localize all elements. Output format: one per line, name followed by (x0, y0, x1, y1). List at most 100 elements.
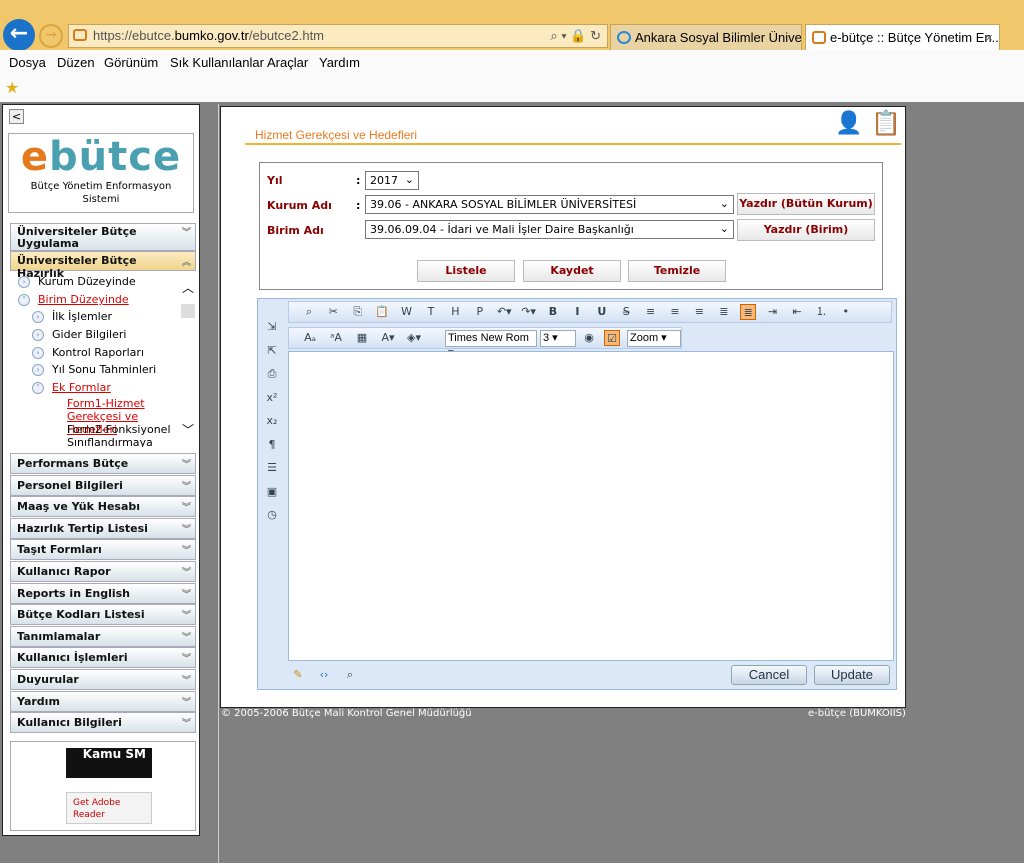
section-10[interactable]: Duyurular ︾ (10, 669, 196, 690)
size-select[interactable]: 3 ▾ (540, 330, 576, 347)
menu-help[interactable]: Yardım (319, 55, 360, 70)
strike-icon[interactable]: S̶ (618, 304, 634, 320)
underline-icon[interactable]: U (594, 304, 610, 320)
preview-magnifier-icon[interactable]: ⌕ (342, 667, 358, 683)
section-5[interactable]: Kullanıcı Rapor Hazırlama︾ (10, 561, 196, 594)
section-6[interactable]: Reports in English ︾ (10, 582, 196, 604)
font-color-icon[interactable]: A▾ (377, 330, 399, 346)
design-mode-pencil-icon[interactable]: ✎ (290, 667, 306, 683)
favorites-star-icon[interactable]: ★ (5, 78, 19, 97)
date-icon[interactable]: ▣ (264, 484, 280, 500)
justify-icon[interactable]: ≣ (716, 304, 732, 320)
outdent-icon[interactable]: ⇤ (789, 304, 805, 320)
section-4[interactable]: Taşıt Formları ︾ (10, 539, 196, 561)
section-universiteler-butce-uygulama[interactable]: Üniversiteler Bütçe Uygulama ︾ (10, 223, 196, 251)
insert-icon[interactable]: ⇲ (264, 319, 280, 335)
cut-icon[interactable]: ✂ (325, 304, 341, 320)
address-bar[interactable]: https://ebutce.bumko.gov.tr/ebutce2.htm ⌕… (68, 24, 608, 48)
tree-item-kontrol[interactable]: › Kontrol Raporları (32, 346, 144, 359)
align-left-icon[interactable]: ≡ (643, 304, 659, 320)
tree-item-form2[interactable]: Form2-Fonksiyonel Sınıflandırmaya Göre (67, 423, 179, 447)
help-user-icon[interactable]: 👤 (835, 111, 862, 136)
tab-ankara[interactable]: Ankara Sosyal Bilimler Üniversi... (610, 24, 802, 51)
tree-item-kurum[interactable]: › Kurum Düzeyinde (18, 275, 136, 288)
time-icon[interactable]: ◷ (264, 507, 280, 523)
section-3[interactable]: Hazırlık Tertip Listesi ︾ (10, 517, 196, 539)
tab-ebutce[interactable]: e-bütçe :: Bütçe Yönetim En... × (805, 24, 1000, 51)
align-center-icon[interactable]: ≡ (667, 304, 683, 320)
italic-icon[interactable]: I (569, 304, 585, 320)
list-icon[interactable]: ☰ (264, 460, 280, 476)
back-button[interactable]: ← (3, 19, 35, 51)
menu-file[interactable]: Dosya (9, 55, 46, 70)
kamusm-logo[interactable]: Kamu SM (66, 748, 152, 778)
list-button[interactable]: Listele (417, 260, 515, 282)
close-tab-icon[interactable]: × (985, 25, 993, 50)
tree-item-yil-sonu[interactable]: › Yıl Sonu Tahminleri (32, 363, 156, 376)
chevron-down-icon: ︾ (181, 611, 191, 622)
adobe-reader-logo[interactable]: Get Adobe Reader (66, 792, 152, 824)
address-tools[interactable]: ⌕ ▾ 🔒 ↻ (550, 25, 601, 47)
tree-scrollbar[interactable]: ︿ ﹀ (180, 271, 196, 447)
tree-item-birim[interactable]: ˅ Birim Düzeyinde (18, 293, 129, 306)
redo-icon[interactable]: ↷▾ (521, 304, 537, 320)
print-icon[interactable]: ⎙ (264, 366, 280, 382)
cancel-button[interactable]: Cancel (731, 665, 807, 685)
tree-item-ek-formlar[interactable]: ˅ Ek Formlar (32, 381, 111, 394)
undo-icon[interactable]: ↶▾ (496, 304, 512, 320)
align-right-icon[interactable]: ≡ (691, 304, 707, 320)
clipboard-icon[interactable]: 📋 (871, 109, 901, 137)
tree-item-ilk-islemler[interactable]: › İlk İşlemler (32, 310, 112, 323)
section-2[interactable]: Maaş ve Yük Hesabı ︾ (10, 496, 196, 518)
tree-item-gider[interactable]: › Gider Bilgileri (32, 328, 126, 341)
print-unit-button[interactable]: Yazdır (Birim) (737, 219, 875, 241)
subscript-icon[interactable]: x₂ (264, 413, 280, 429)
section-universiteler-butce-hazirlik[interactable]: Üniversiteler Bütçe Hazırlık ︽ (10, 251, 196, 280)
copy-icon[interactable]: ⎘ (350, 304, 366, 320)
save-button[interactable]: Kaydet (523, 260, 621, 282)
paragraph-icon[interactable]: ¶ (264, 437, 280, 453)
clear-button[interactable]: Temizle (628, 260, 726, 282)
section-1[interactable]: Personel Bilgileri ︾ (10, 474, 196, 496)
print-all-button[interactable]: Yazdır (Bütün Kurum) (737, 193, 875, 215)
font-select[interactable]: Times New Rom ▾ (445, 330, 537, 359)
bullet-list-icon[interactable]: • (838, 304, 854, 320)
highlight-icon[interactable]: ◈▾ (403, 330, 425, 346)
paste-text-icon[interactable]: T (423, 304, 439, 320)
paste-word-icon[interactable]: W (399, 304, 415, 320)
html-mode-icon[interactable]: ‹› (316, 667, 332, 683)
indent-icon[interactable]: ⇥ (765, 304, 781, 320)
ordered-list-icon[interactable]: ⒈ (813, 304, 829, 320)
paste-icon-2[interactable]: P (472, 304, 488, 320)
import-icon[interactable]: ⇱ (264, 343, 280, 359)
superscript-font-icon[interactable]: ᵃA (325, 330, 347, 346)
section-0[interactable]: Performans Bütçe ︾ (10, 453, 196, 474)
spellcheck-icon[interactable]: ◉ (581, 330, 597, 346)
section-8[interactable]: Tanımlamalar ︾ (10, 625, 196, 647)
section-12[interactable]: Kullanıcı Bilgileri ︾ (10, 712, 196, 734)
menu-edit[interactable]: Düzen (57, 55, 95, 70)
find-icon[interactable]: ⌕ (301, 304, 317, 320)
yil-select[interactable]: 2017 ⌄ (365, 171, 419, 190)
subscript-font-icon[interactable]: Aₐ (299, 330, 321, 346)
section-9[interactable]: Kullanıcı İşlemleri ︾ (10, 647, 196, 669)
track-icon[interactable]: ☑ (604, 330, 620, 346)
paste-icon[interactable]: 📋 (374, 304, 390, 320)
format-icon[interactable]: ≣ (740, 304, 757, 320)
menu-view[interactable]: Görünüm (104, 55, 158, 70)
zoom-select[interactable]: Zoom ▾ (627, 330, 681, 347)
forward-button[interactable]: → (39, 24, 63, 48)
kurum-select[interactable]: 39.06 - ANKARA SOSYAL BİLİMLER ÜNİVERSİT… (365, 195, 734, 214)
table-icon[interactable]: ▦ (351, 330, 373, 346)
editor-content[interactable] (288, 351, 894, 661)
superscript-icon[interactable]: x² (264, 390, 280, 406)
update-button[interactable]: Update (814, 665, 890, 685)
collapse-sidebar-button[interactable]: < (9, 109, 24, 124)
paste-html-icon[interactable]: H (447, 304, 463, 320)
birim-select[interactable]: 39.06.09.04 - İdari ve Mali İşler Daire … (365, 220, 734, 239)
menu-tools[interactable]: Araçlar (267, 55, 308, 70)
menu-favorites[interactable]: Sık Kullanılanlar (170, 55, 264, 70)
section-11[interactable]: Yardım ︾ (10, 690, 196, 712)
bold-icon[interactable]: B (545, 304, 561, 320)
section-7[interactable]: Bütçe Kodları Listesi ︾ (10, 604, 196, 626)
